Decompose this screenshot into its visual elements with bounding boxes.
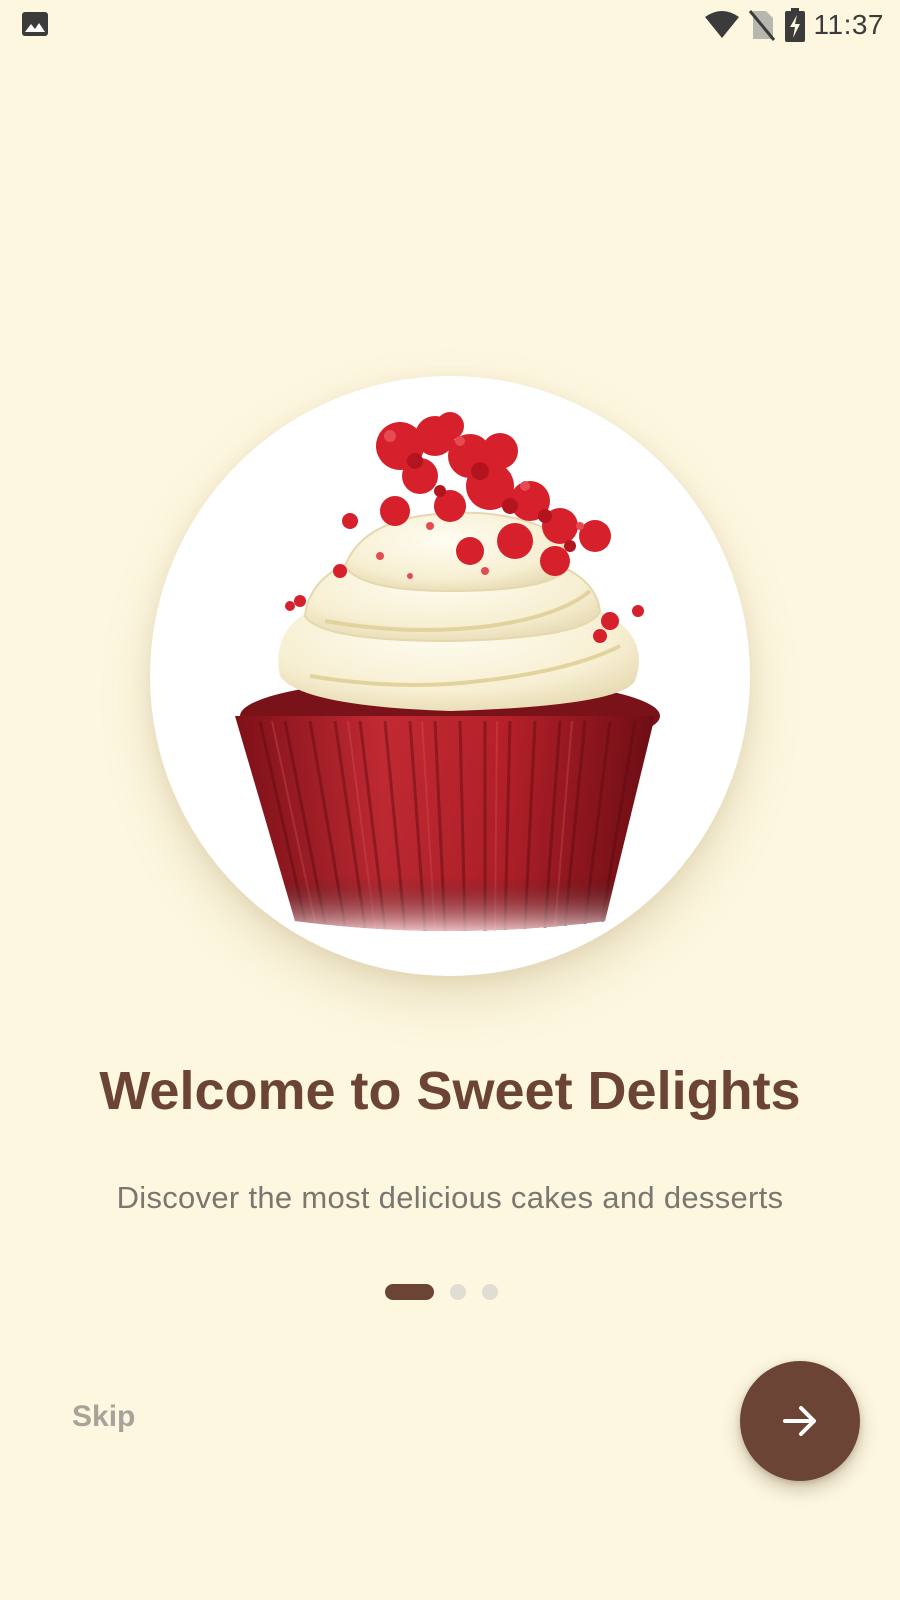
skip-button[interactable]: Skip [72,1400,135,1434]
clock-time: 11:37 [813,9,884,40]
page-dot [482,1284,498,1300]
page-dot-active [385,1284,434,1300]
page-dot [450,1284,466,1300]
onboarding-subtitle: Discover the most delicious cakes and de… [116,1180,784,1215]
cupcake-illustration [235,412,660,932]
arrow-right-icon [783,1406,816,1436]
gallery-icon [22,12,48,36]
page-indicator [385,1283,498,1301]
hero-image-circle [150,376,750,976]
status-bar: 11:37 [0,0,900,50]
battery-charging-icon [784,8,805,42]
no-sim-icon [748,10,775,41]
wifi-icon [704,11,739,38]
status-icons: 11:37 [704,6,885,44]
onboarding-title: Welcome to Sweet Delights [99,1061,801,1121]
next-button[interactable] [740,1361,860,1481]
